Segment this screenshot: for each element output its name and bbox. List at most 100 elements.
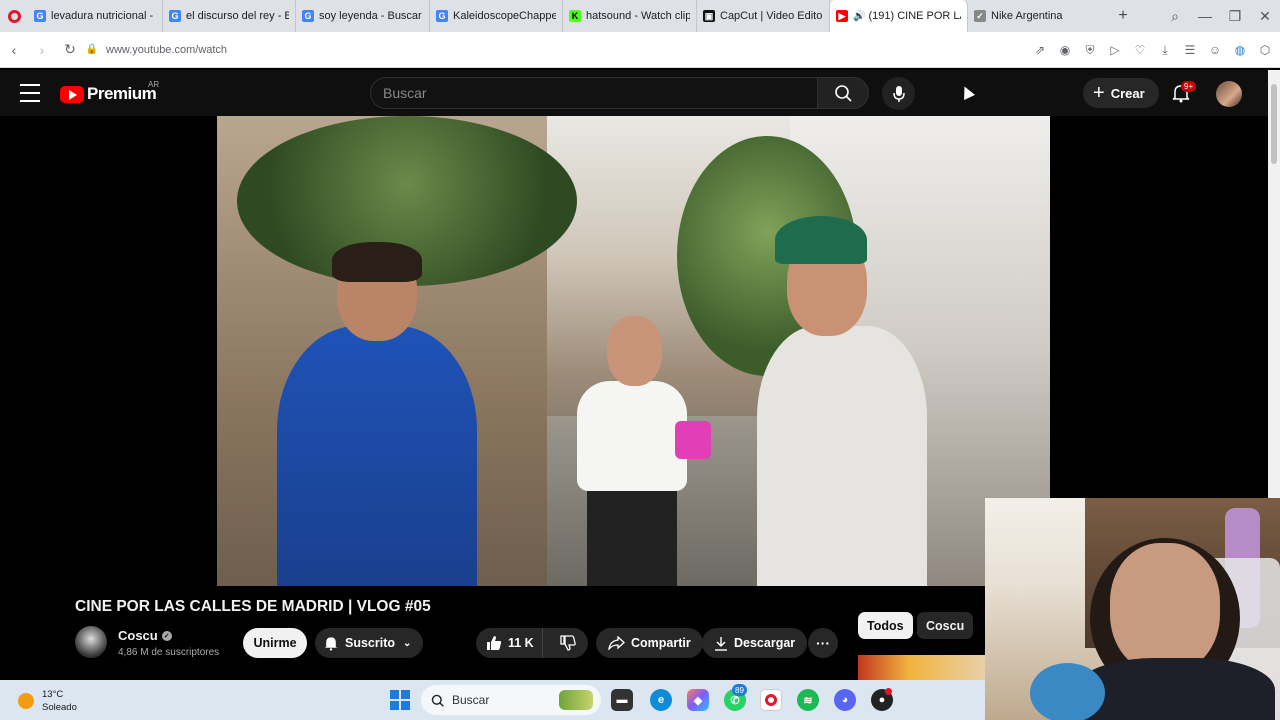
- download-icon[interactable]: ⤓: [1156, 41, 1174, 59]
- address-bar: ‹ › ↻ 🔒 www.youtube.com/watch ⇗ ◉ ⛨ ▷ ♡ …: [0, 32, 1280, 68]
- capcut-icon: ▣: [703, 10, 715, 22]
- search-button[interactable]: [817, 77, 869, 109]
- taskbar-search-placeholder: Buscar: [452, 693, 490, 707]
- cube-icon[interactable]: ⬡: [1256, 41, 1274, 59]
- close-window-button[interactable]: ✕: [1250, 0, 1280, 32]
- camera-icon[interactable]: ◉: [1056, 41, 1074, 59]
- chip-todos[interactable]: Todos: [858, 612, 913, 639]
- thumbs-down-icon: [560, 635, 577, 651]
- browser-tab[interactable]: ✓ Nike Argentina: [968, 0, 1103, 32]
- copilot-icon[interactable]: ◆: [687, 689, 709, 711]
- chip-coscu[interactable]: Coscu: [917, 612, 974, 639]
- edge-icon[interactable]: e: [650, 689, 672, 711]
- voice-search-button[interactable]: [882, 77, 915, 110]
- new-tab-button[interactable]: +: [1111, 4, 1135, 28]
- browser-tab[interactable]: G el discurso del rey - Busc: [163, 0, 296, 32]
- country-code: AR: [148, 80, 160, 89]
- create-button[interactable]: + Crear: [1083, 78, 1159, 108]
- like-count: 11 K: [508, 636, 534, 650]
- share-label: Compartir: [631, 636, 691, 650]
- forward-button[interactable]: ›: [28, 36, 56, 64]
- google-icon: G: [436, 10, 448, 22]
- webcam-blue-object: [1030, 663, 1105, 720]
- play-icon[interactable]: ▷: [1106, 41, 1124, 59]
- temperature: 13°C: [42, 689, 64, 700]
- dislike-button[interactable]: [549, 628, 589, 658]
- logo-text: Premium: [87, 84, 157, 103]
- like-dislike-group: 11 K: [476, 628, 588, 658]
- lock-icon[interactable]: 🔒: [84, 36, 100, 64]
- sun-icon: [18, 693, 34, 709]
- heart-icon[interactable]: ♡: [1131, 41, 1149, 59]
- channel-name-text: Coscu: [118, 628, 158, 643]
- webcam-person-face: [1110, 543, 1220, 673]
- opera-taskbar-icon[interactable]: [760, 689, 782, 711]
- share-icon: [608, 636, 625, 650]
- bell-icon: [324, 637, 338, 651]
- kick-icon: K: [569, 10, 581, 22]
- youtube-icon: ▶: [836, 10, 848, 22]
- windows-start-icon[interactable]: [390, 690, 410, 710]
- download-button[interactable]: Descargar: [702, 628, 808, 658]
- youtube-header: Premium AR Buscar + Crear: [0, 70, 1268, 116]
- video-title: CINE POR LAS CALLES DE MADRID | VLOG #05: [75, 598, 431, 615]
- youtube-logo[interactable]: Premium: [60, 84, 157, 104]
- join-button[interactable]: Unirme: [243, 628, 307, 658]
- taskbar-search-input[interactable]: Buscar: [421, 685, 601, 715]
- hamburger-menu-icon[interactable]: [20, 84, 40, 102]
- discord-icon[interactable]: ◕: [834, 689, 856, 711]
- minimize-button[interactable]: —: [1190, 0, 1220, 32]
- google-icon: G: [169, 10, 181, 22]
- menu-lines-icon[interactable]: ☰: [1181, 41, 1199, 59]
- search-tabs-icon[interactable]: ⌕: [1160, 0, 1190, 32]
- video-person-green-cap: [757, 216, 927, 586]
- extension-icon[interactable]: ◍: [1231, 41, 1249, 59]
- send-icon[interactable]: ⇗: [1031, 41, 1049, 59]
- channel-avatar[interactable]: [75, 626, 107, 658]
- share-button[interactable]: Compartir: [596, 628, 703, 658]
- restore-button[interactable]: ❐: [1220, 0, 1250, 32]
- subscribed-label: Suscrito: [345, 636, 396, 650]
- google-icon: G: [302, 10, 314, 22]
- account-avatar[interactable]: [1216, 81, 1242, 107]
- subscriber-count: 4,86 M de suscriptores: [118, 647, 220, 658]
- scrollbar-thumb[interactable]: [1271, 84, 1277, 164]
- tab-label: KaleidoscopeChappell R: [453, 10, 556, 22]
- weather-widget[interactable]: 13°C Soleado: [18, 688, 77, 714]
- video-player[interactable]: [217, 116, 1050, 586]
- shield-icon[interactable]: ⛨: [1081, 41, 1099, 59]
- spotify-icon[interactable]: ≋: [797, 689, 819, 711]
- browser-tabstrip: G levadura nutricional - Bu G el discurs…: [0, 0, 1280, 32]
- notifications-badge: 9+: [1181, 81, 1197, 92]
- subscribed-button[interactable]: Suscrito ⌄: [315, 628, 423, 658]
- tab-label: Nike Argentina: [991, 10, 1063, 22]
- browser-tab[interactable]: ▣ CapCut | Video Editor | A: [697, 0, 830, 32]
- back-button[interactable]: ‹: [0, 36, 28, 64]
- browser-tab-active[interactable]: ▶ 🔊 (191) CINE POR LAS C: [830, 0, 968, 32]
- opera-icon[interactable]: [0, 0, 28, 32]
- profile-icon[interactable]: ☺: [1206, 41, 1224, 59]
- tab-label: (191) CINE POR LAS C: [868, 10, 961, 22]
- webcam-overlay: [985, 498, 1280, 720]
- more-actions-button[interactable]: ···: [808, 628, 838, 658]
- nike-icon: ✓: [974, 10, 986, 22]
- video-pink-cup: [675, 421, 711, 459]
- browser-tab[interactable]: G KaleidoscopeChappell R: [430, 0, 563, 32]
- search-input[interactable]: Buscar: [370, 77, 818, 109]
- tab-label: CapCut | Video Editor | A: [720, 10, 823, 22]
- weather-condition: Soleado: [42, 702, 77, 713]
- tab-label: el discurso del rey - Busc: [186, 10, 289, 22]
- browser-tab[interactable]: K hatsound - Watch clips o: [563, 0, 697, 32]
- recommended-video-thumbnail[interactable]: [858, 655, 985, 680]
- browser-tab[interactable]: G soy leyenda - Buscar con: [296, 0, 430, 32]
- url-field[interactable]: www.youtube.com/watch: [106, 44, 227, 56]
- like-button[interactable]: 11 K: [476, 628, 543, 658]
- browser-tab[interactable]: G levadura nutricional - Bu: [28, 0, 163, 32]
- reload-button[interactable]: ↻: [56, 36, 84, 64]
- microphone-icon: [892, 85, 905, 102]
- file-explorer-icon[interactable]: ▬: [611, 689, 633, 711]
- whatsapp-badge: 89: [732, 684, 747, 696]
- plus-icon: +: [1093, 82, 1105, 104]
- notification-dot-icon: [885, 688, 892, 695]
- channel-name[interactable]: Coscu ✓: [118, 628, 172, 643]
